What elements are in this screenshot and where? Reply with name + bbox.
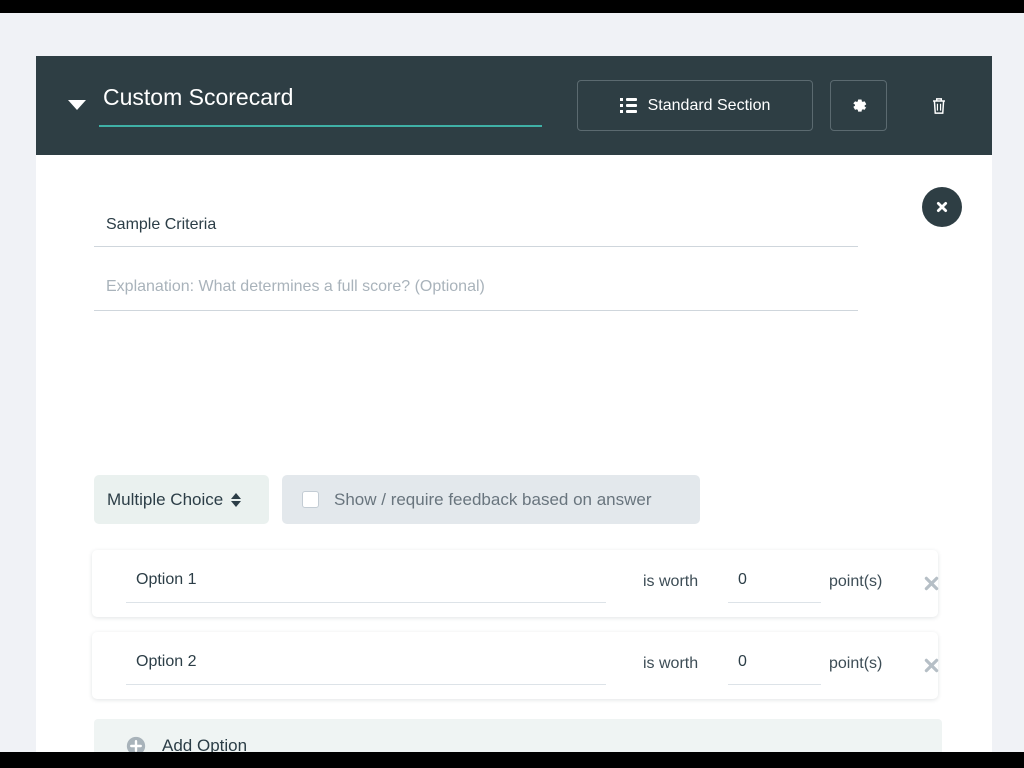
points-label: point(s) [829,573,882,591]
up-down-arrows-icon [231,493,241,507]
option-row: is worth point(s) [92,550,938,617]
option-name-input[interactable] [126,564,606,603]
question-type-select[interactable]: Multiple Choice [94,475,269,524]
section-body: Multiple Choice Show / require feedback … [36,155,992,752]
add-option-button[interactable]: Add Option [94,719,942,752]
section-settings-button[interactable] [830,80,887,131]
list-icon [620,98,637,113]
option-points-input[interactable] [728,564,821,603]
delete-section-button[interactable] [921,88,956,123]
gear-icon [849,96,869,116]
section-type-label: Standard Section [648,97,771,115]
option-points-input[interactable] [728,646,821,685]
criteria-explanation-input[interactable] [94,271,858,311]
close-criteria-button[interactable] [922,187,962,227]
question-type-label: Multiple Choice [107,490,223,510]
close-x-icon [922,656,941,675]
remove-option-button[interactable] [918,652,944,678]
remove-option-button[interactable] [918,570,944,596]
section-title-input[interactable] [99,84,542,127]
criteria-name-input[interactable] [94,209,858,247]
option-name-input[interactable] [126,646,606,685]
scorecard-section-card: Standard Section [36,56,992,752]
trash-icon [928,94,950,118]
feedback-checkbox[interactable] [302,491,319,508]
option-row: is worth point(s) [92,632,938,699]
is-worth-label: is worth [643,573,698,591]
screen: Standard Section [0,0,1024,768]
add-option-label: Add Option [162,736,247,753]
feedback-toggle-chip[interactable]: Show / require feedback based on answer [282,475,700,524]
caret-down-icon[interactable] [68,100,86,110]
plus-circle-icon [125,735,147,753]
section-type-button[interactable]: Standard Section [577,80,813,131]
is-worth-label: is worth [643,655,698,673]
feedback-checkbox-label: Show / require feedback based on answer [334,490,652,510]
section-header: Standard Section [36,56,992,155]
points-label: point(s) [829,655,882,673]
close-x-icon [934,199,950,215]
close-x-icon [922,574,941,593]
